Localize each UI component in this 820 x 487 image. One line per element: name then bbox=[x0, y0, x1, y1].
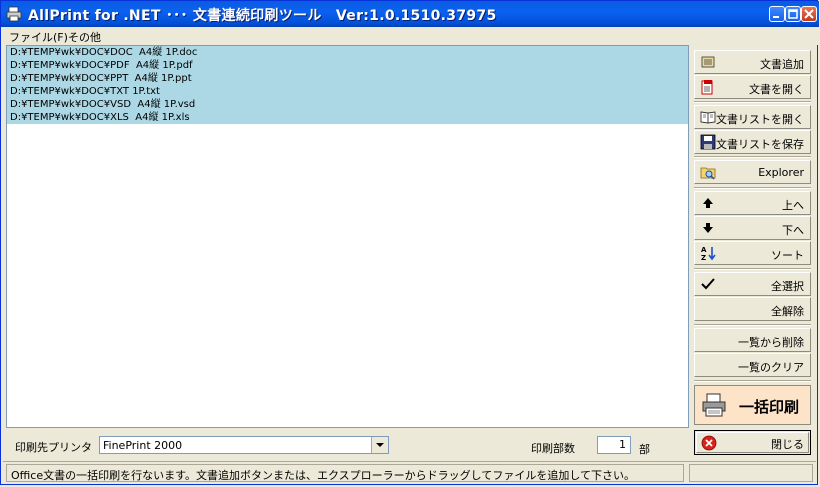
move-down-button[interactable]: 下へ bbox=[694, 216, 811, 240]
open-document-button[interactable]: 文書を開く bbox=[694, 75, 811, 99]
close-button[interactable]: 閉じる bbox=[694, 430, 811, 455]
close-circle-icon bbox=[701, 435, 717, 451]
batch-print-button[interactable]: 一括印刷 bbox=[694, 385, 811, 425]
document-list[interactable]: D:¥TEMP¥wk¥DOC¥DOC A4縦 1P.doc D:¥TEMP¥wk… bbox=[6, 45, 689, 428]
list-item[interactable]: D:¥TEMP¥wk¥DOC¥PPT A4縦 1P.ppt bbox=[7, 72, 688, 85]
copies-unit: 部 bbox=[639, 443, 650, 456]
maximize-button[interactable] bbox=[785, 6, 801, 22]
svg-text:Z: Z bbox=[701, 254, 706, 261]
sort-az-icon: A Z bbox=[701, 246, 716, 261]
status-pane-secondary bbox=[689, 464, 813, 482]
add-document-icon bbox=[701, 56, 715, 68]
deselect-all-label: 全解除 bbox=[771, 305, 804, 318]
separator bbox=[694, 156, 811, 158]
separator bbox=[694, 187, 811, 189]
explorer-button[interactable]: Explorer bbox=[694, 160, 811, 184]
explorer-label: Explorer bbox=[758, 166, 804, 179]
separator bbox=[694, 324, 811, 326]
list-item[interactable]: D:¥TEMP¥wk¥DOC¥PDF A4縦 1P.pdf bbox=[7, 59, 688, 72]
list-item[interactable]: D:¥TEMP¥wk¥DOC¥DOC A4縦 1P.doc bbox=[7, 46, 688, 59]
chevron-down-icon bbox=[376, 443, 384, 447]
list-item[interactable]: D:¥TEMP¥wk¥DOC¥XLS A4縦 1P.xls bbox=[7, 111, 688, 124]
floppy-disk-icon bbox=[700, 134, 716, 150]
separator bbox=[694, 101, 811, 103]
explorer-folder-icon bbox=[700, 167, 716, 180]
move-down-label: 下へ bbox=[782, 224, 804, 237]
arrow-up-icon bbox=[703, 198, 713, 208]
move-up-label: 上へ bbox=[782, 199, 804, 212]
open-document-label: 文書を開く bbox=[749, 83, 804, 96]
clear-list-label: 一覧のクリア bbox=[738, 361, 804, 374]
save-list-button[interactable]: 文書リストを保存 bbox=[694, 130, 811, 154]
minimize-icon bbox=[773, 16, 779, 18]
main-window: AllPrint for .NET ･･･ 文書連続印刷ツール Ver:1.0.… bbox=[0, 0, 819, 485]
title-bar[interactable]: AllPrint for .NET ･･･ 文書連続印刷ツール Ver:1.0.… bbox=[1, 1, 819, 27]
open-document-icon bbox=[701, 80, 713, 95]
close-icon bbox=[804, 9, 814, 19]
deselect-all-button[interactable]: 全解除 bbox=[694, 297, 811, 321]
status-text: Office文書の一括印刷を行ないます。文書追加ボタンまたは、エクスプローラーか… bbox=[11, 469, 636, 482]
remove-from-list-button[interactable]: 一覧から削除 bbox=[694, 328, 811, 352]
separator bbox=[694, 268, 811, 270]
arrow-down-icon bbox=[703, 223, 713, 233]
maximize-icon bbox=[788, 9, 798, 19]
printer-label: 印刷先プリンタ bbox=[15, 441, 92, 454]
copies-input[interactable]: 1 bbox=[597, 436, 631, 454]
menu-bar: ファイル(F) その他 bbox=[1, 27, 819, 45]
menu-file[interactable]: ファイル(F) bbox=[9, 29, 68, 45]
close-label: 閉じる bbox=[771, 438, 804, 451]
open-list-button[interactable]: 文書リストを開く bbox=[694, 105, 811, 129]
checkmark-icon bbox=[701, 278, 715, 290]
move-up-button[interactable]: 上へ bbox=[694, 191, 811, 215]
add-document-label: 文書追加 bbox=[760, 58, 804, 71]
remove-from-list-label: 一覧から削除 bbox=[738, 336, 804, 349]
status-pane: Office文書の一括印刷を行ないます。文書追加ボタンまたは、エクスプローラーか… bbox=[6, 464, 684, 482]
status-bar: Office文書の一括印刷を行ないます。文書追加ボタンまたは、エクスプローラーか… bbox=[3, 461, 816, 483]
list-item[interactable]: D:¥TEMP¥wk¥DOC¥TXT 1P.txt bbox=[7, 85, 688, 98]
open-book-icon bbox=[700, 111, 716, 124]
clear-list-button[interactable]: 一覧のクリア bbox=[694, 353, 811, 377]
select-all-label: 全選択 bbox=[771, 280, 804, 293]
close-window-button[interactable] bbox=[801, 6, 817, 22]
batch-print-label: 一括印刷 bbox=[739, 398, 800, 416]
menu-other[interactable]: その他 bbox=[68, 29, 101, 45]
printer-icon bbox=[702, 393, 726, 417]
minimize-button[interactable] bbox=[769, 6, 785, 22]
printer-app-icon bbox=[6, 6, 22, 22]
sort-button[interactable]: A Z ソート bbox=[694, 241, 811, 265]
copies-label: 印刷部数 bbox=[531, 442, 575, 455]
list-item[interactable]: D:¥TEMP¥wk¥DOC¥VSD A4縦 1P.vsd bbox=[7, 98, 688, 111]
window-title: AllPrint for .NET ･･･ 文書連続印刷ツール Ver:1.0.… bbox=[28, 8, 497, 24]
printer-select-value: FinePrint 2000 bbox=[103, 439, 183, 452]
sort-label: ソート bbox=[771, 249, 804, 262]
svg-text:A: A bbox=[701, 246, 707, 254]
add-document-button[interactable]: 文書追加 bbox=[694, 50, 811, 74]
printer-select[interactable]: FinePrint 2000 bbox=[99, 436, 389, 454]
open-list-label: 文書リストを開く bbox=[716, 113, 804, 126]
save-list-label: 文書リストを保存 bbox=[716, 138, 804, 151]
dropdown-button[interactable] bbox=[371, 437, 388, 453]
select-all-button[interactable]: 全選択 bbox=[694, 272, 811, 296]
separator bbox=[694, 380, 811, 382]
